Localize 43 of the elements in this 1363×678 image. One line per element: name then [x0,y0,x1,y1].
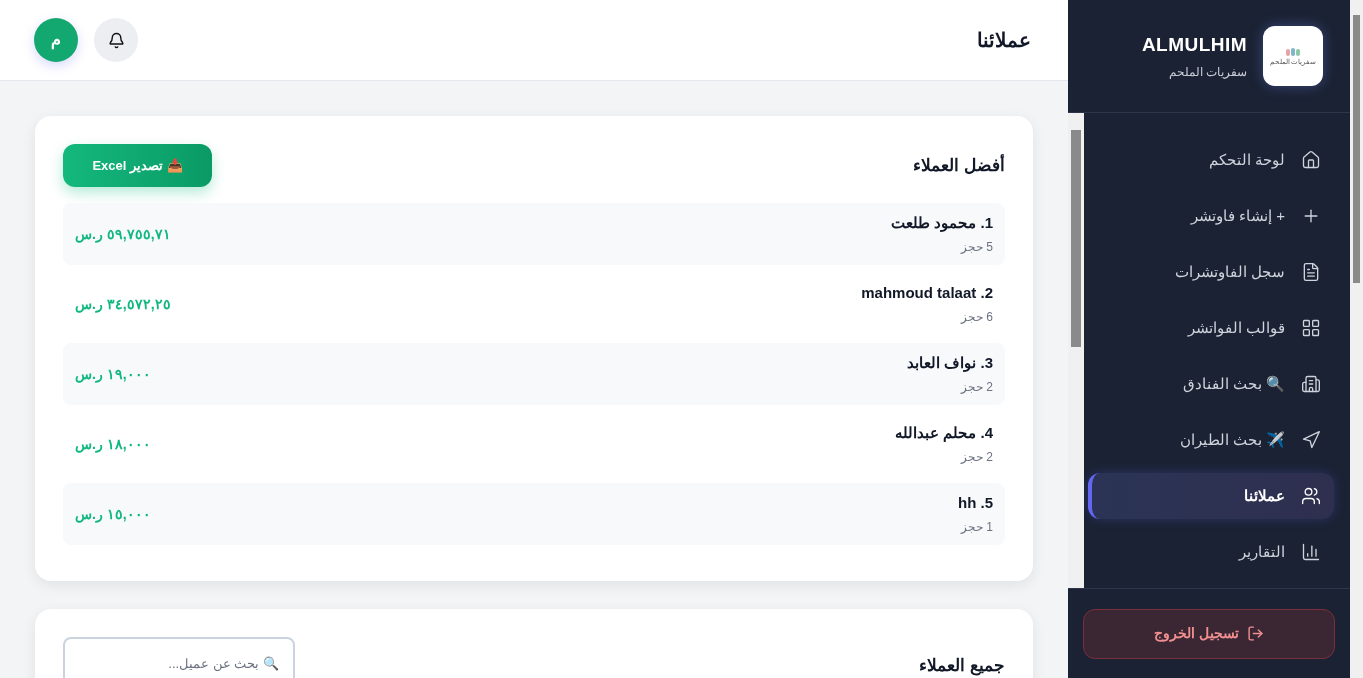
customer-amount: ١٩,٠٠٠ ر.س [75,364,151,385]
users-icon [1301,486,1321,506]
customer-amount: ١٨,٠٠٠ ر.س [75,434,151,455]
nav-item[interactable]: عملائنا [1088,473,1334,519]
building-icon [1301,374,1321,394]
logout-icon [1246,625,1264,642]
card-title: جميع العملاء [919,655,1005,678]
nav-item[interactable]: 🔍 بحث الفنادق [1088,361,1334,407]
card-title: أفضل العملاء [913,153,1005,177]
booking-count: 2 حجز [960,378,993,396]
page-title: عملائنا [977,28,1031,53]
nav-item[interactable]: لوحة التحكم [1088,137,1334,183]
notification-button[interactable] [94,18,138,62]
customer-name: 4. محلم عبدالله [895,423,993,444]
brand-subtitle: سفريات الملحم [1167,64,1247,82]
bar-chart-icon [1301,542,1321,562]
customer-name: 1. محمود طلعت [891,213,993,234]
grid-icon [1301,318,1321,338]
nav-item[interactable]: ✈ بحث الطيران [1088,417,1334,463]
nav-item[interactable]: + إنشاء فاوتشر [1088,193,1334,239]
scrollbar-thumb[interactable] [1071,130,1081,347]
nav-item[interactable]: سجل الفاوتشرات [1088,249,1334,295]
document-icon [1301,262,1321,282]
scrollbar-thumb[interactable] [1353,15,1360,283]
customer-name: 3. نواف العابد [907,353,993,374]
customer-name: 5. hh [958,493,993,514]
customer-amount: ١٥,٠٠٠ ر.س [75,504,151,525]
booking-count: 6 حجز [960,308,993,326]
brand-name: ALMULHIM [1141,32,1247,57]
home-icon [1301,150,1321,170]
logout-button[interactable]: تسجيل الخروج [1083,608,1335,659]
booking-count: 5 حجز [960,238,993,256]
nav-item[interactable]: التقارير [1088,529,1334,575]
customer-amount: ٥٩,٧٥٥,٧١ ر.س [75,224,171,245]
navigation-arrow-icon [1301,430,1321,450]
bell-icon [107,31,125,49]
customer-name: 2. mahmoud talaat [861,283,993,304]
nav-item[interactable]: قوالب الفواتشر [1088,305,1334,351]
booking-count: 1 حجز [960,518,993,536]
customer-search-field[interactable]: 🔍 بحث عن عميل... [63,637,295,678]
customer-amount: ٣٤,٥٧٢,٢٥ ر.س [75,294,171,315]
booking-count: 2 حجز [960,448,993,466]
logo-arches-icon [1286,47,1300,56]
